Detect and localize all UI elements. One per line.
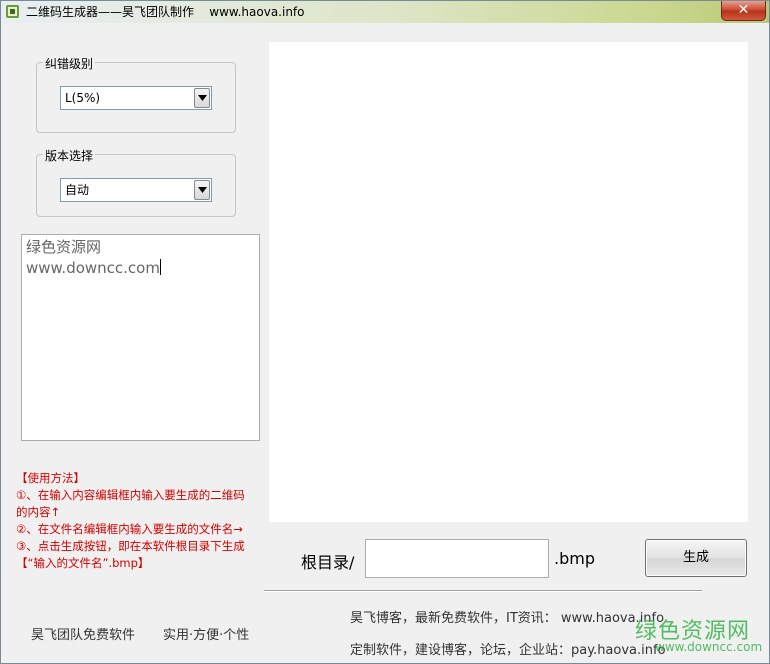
app-window: 二维码生成器——昊飞团队制作 www.haova.info ✕ 纠错级别 L(5… xyxy=(0,0,770,664)
watermark-url: www.downcc.com xyxy=(655,640,763,654)
version-legend: 版本选择 xyxy=(43,147,96,164)
team-label: 昊飞团队免费软件 xyxy=(31,628,136,643)
error-level-group: 纠错级别 L(5%) xyxy=(36,55,236,133)
version-value: 自动 xyxy=(65,183,90,197)
window-title: 二维码生成器——昊飞团队制作 www.haova.info xyxy=(26,5,305,19)
version-group: 版本选择 自动 xyxy=(36,147,236,217)
root-dir-label: 根目录/ xyxy=(301,553,355,572)
version-select[interactable]: 自动 xyxy=(60,178,212,202)
instruction-line: ②、在文件名编辑框内输入要生成的文件名→ xyxy=(16,522,243,536)
chevron-down-icon[interactable] xyxy=(194,180,210,200)
close-icon: ✕ xyxy=(737,2,750,18)
content-input[interactable]: 绿色资源网 www.downcc.com xyxy=(21,234,260,441)
content-line-1: 绿色资源网 xyxy=(26,238,102,256)
slogan-label: 实用·方便·个性 xyxy=(163,628,250,643)
custom-service-link[interactable]: 定制软件，建设博客，论坛，企业站：pay.haova.info xyxy=(350,639,666,658)
separator xyxy=(264,590,702,592)
instruction-line: ①、在输入内容编辑框内输入要生成的二维码 xyxy=(16,488,245,502)
error-level-value: L(5%) xyxy=(65,91,101,105)
error-level-legend: 纠错级别 xyxy=(43,55,96,72)
content-line-2: www.downcc.com xyxy=(26,259,161,277)
extension-label: .bmp xyxy=(554,549,595,568)
title-bar[interactable]: 二维码生成器——昊飞团队制作 www.haova.info ✕ xyxy=(1,1,769,23)
chevron-down-icon[interactable] xyxy=(194,88,210,108)
qr-preview-area xyxy=(269,42,748,522)
error-level-select[interactable]: L(5%) xyxy=(60,86,212,110)
app-icon xyxy=(5,4,20,19)
filename-input[interactable] xyxy=(365,539,549,578)
generate-button[interactable]: 生成 xyxy=(645,539,747,577)
instruction-line: ③、点击生成按钮，即在本软件根目录下生成 xyxy=(16,539,245,553)
close-button[interactable]: ✕ xyxy=(721,1,766,21)
instructions-heading: 【使用方法】 xyxy=(16,471,85,485)
usage-instructions: 【使用方法】 ①、在输入内容编辑框内输入要生成的二维码 的内容↑ ②、在文件名编… xyxy=(16,470,266,572)
blog-link[interactable]: 昊飞博客，最新免费软件，IT资讯： www.haova.info xyxy=(350,607,664,626)
instruction-line: 的内容↑ xyxy=(16,505,61,519)
instruction-line: 【“输入的文件名”.bmp】 xyxy=(16,556,150,570)
